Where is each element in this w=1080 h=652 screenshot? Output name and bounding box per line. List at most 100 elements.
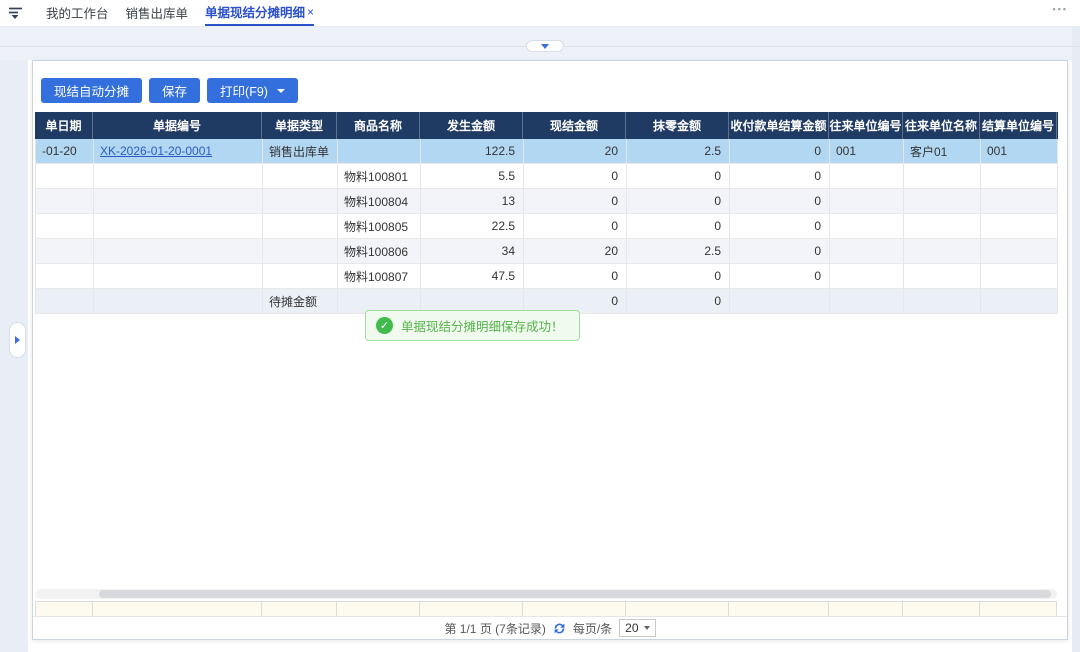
table-cell — [263, 164, 338, 188]
table-cell — [981, 264, 1058, 288]
table-cell — [94, 239, 263, 263]
table-cell: 0 — [627, 189, 730, 213]
app-window: 我的工作台 销售出库单 单据现结分摊明细 × ••• 现结自动分摊 保存 打印(… — [0, 0, 1080, 652]
table-cell: XK-2026-01-20-0001 — [94, 139, 263, 163]
tab-cash-settlement-detail[interactable]: 单据现结分摊明细 × — [205, 0, 314, 26]
column-header: 收付款单结算金额 — [729, 112, 829, 139]
save-button[interactable]: 保存 — [149, 78, 200, 103]
table-cell — [94, 264, 263, 288]
main-panel: 现结自动分摊 保存 打印(F9) 单日期单据编号单据类型商品名称发生金额现结金额… — [32, 60, 1068, 640]
table-header: 单日期单据编号单据类型商品名称发生金额现结金额抹零金额收付款单结算金额往来单位编… — [35, 112, 1058, 139]
horizontal-scrollbar-thumb[interactable] — [99, 590, 1051, 598]
table-cell — [36, 289, 94, 313]
table-cell: 0 — [730, 139, 830, 163]
toast-message: 单据现结分摊明细保存成功！ — [401, 316, 564, 335]
table-row[interactable]: 物料10080747.5000 — [35, 264, 1058, 289]
table-cell — [36, 214, 94, 238]
table-cell — [830, 289, 904, 313]
column-header: 往来单位名称 — [903, 112, 980, 139]
table-cell — [338, 139, 421, 163]
table-cell: 20 — [524, 139, 627, 163]
table-cell: 001 — [981, 139, 1058, 163]
table-cell: 物料100807 — [338, 264, 421, 288]
table-cell: 122.5 — [421, 139, 524, 163]
table-cell — [36, 239, 94, 263]
table-cell — [904, 214, 981, 238]
collapse-header-button[interactable] — [526, 40, 564, 52]
table-cell: 0 — [730, 164, 830, 188]
table-cell — [830, 164, 904, 188]
table-cell — [94, 289, 263, 313]
chevron-down-icon — [277, 89, 285, 93]
table-cell — [36, 189, 94, 213]
table-cell — [904, 164, 981, 188]
table-cell: 物料100805 — [338, 214, 421, 238]
tab-label: 单据现结分摊明细 — [205, 2, 305, 21]
table-cell — [263, 264, 338, 288]
refresh-icon[interactable] — [553, 622, 566, 635]
tab-close-icon[interactable]: × — [307, 5, 314, 19]
table-cell — [263, 189, 338, 213]
column-header: 单据编号 — [93, 112, 262, 139]
page-size-value: 20 — [625, 621, 638, 635]
auto-allocate-button[interactable]: 现结自动分摊 — [41, 78, 142, 103]
table-cell: 销售出库单 — [263, 139, 338, 163]
print-button[interactable]: 打印(F9) — [207, 78, 298, 103]
table-cell — [830, 239, 904, 263]
table-cell: 0 — [627, 264, 730, 288]
table-cell — [981, 214, 1058, 238]
table-cell: 客户01 — [904, 139, 981, 163]
table-cell — [981, 239, 1058, 263]
table-cell — [830, 264, 904, 288]
table-cell — [830, 214, 904, 238]
toolbar: 现结自动分摊 保存 打印(F9) — [41, 78, 298, 103]
tab-sales-outbound[interactable]: 销售出库单 — [126, 0, 189, 26]
success-check-icon: ✓ — [376, 317, 393, 334]
table-cell — [730, 289, 830, 313]
table-cell — [981, 189, 1058, 213]
table-cell: 0 — [730, 214, 830, 238]
page-size-select[interactable]: 20 — [619, 619, 655, 637]
table-cell — [904, 239, 981, 263]
tab-list-menu-icon[interactable] — [8, 0, 23, 26]
table-cell — [981, 164, 1058, 188]
print-button-label: 打印(F9) — [220, 81, 268, 100]
tab-my-workbench[interactable]: 我的工作台 — [46, 0, 109, 26]
table-cell: 0 — [524, 214, 627, 238]
table-row[interactable]: -01-20XK-2026-01-20-0001销售出库单122.5202.50… — [35, 139, 1058, 164]
table-cell: 0 — [524, 189, 627, 213]
table-cell: 22.5 — [421, 214, 524, 238]
table-cell — [263, 214, 338, 238]
table-cell: 20 — [524, 239, 627, 263]
table-cell: 0 — [627, 214, 730, 238]
chevron-right-icon — [15, 336, 20, 344]
column-header: 商品名称 — [337, 112, 420, 139]
table-row[interactable]: 物料10080634202.50 — [35, 239, 1058, 264]
table-row[interactable]: 物料10080522.5000 — [35, 214, 1058, 239]
table-cell: 34 — [421, 239, 524, 263]
table-cell: -01-20 — [36, 139, 94, 163]
table-cell: 47.5 — [421, 264, 524, 288]
table-row[interactable]: 物料1008015.5000 — [35, 164, 1058, 189]
table-cell — [904, 289, 981, 313]
table-cell: 5.5 — [421, 164, 524, 188]
document-number-link[interactable]: XK-2026-01-20-0001 — [100, 144, 212, 158]
table-cell — [904, 264, 981, 288]
table-cell — [94, 214, 263, 238]
table-cell: 0 — [524, 264, 627, 288]
allocation-table: 单日期单据编号单据类型商品名称发生金额现结金额抹零金额收付款单结算金额往来单位编… — [35, 112, 1058, 314]
table-cell — [263, 239, 338, 263]
expand-sidebar-handle[interactable] — [9, 322, 26, 358]
horizontal-scrollbar[interactable] — [35, 589, 1057, 599]
table-cell: 0 — [524, 164, 627, 188]
table-cell — [36, 164, 94, 188]
table-body: -01-20XK-2026-01-20-0001销售出库单122.5202.50… — [35, 139, 1058, 314]
table-row[interactable]: 物料10080413000 — [35, 189, 1058, 214]
column-header: 往来单位编号 — [829, 112, 903, 139]
success-toast: ✓ 单据现结分摊明细保存成功！ — [365, 310, 580, 341]
table-cell: 物料100806 — [338, 239, 421, 263]
more-tabs-icon[interactable]: ••• — [1053, 4, 1068, 14]
table-cell — [981, 289, 1058, 313]
column-header: 结算单位编号 — [980, 112, 1057, 139]
column-header: 发生金额 — [420, 112, 523, 139]
